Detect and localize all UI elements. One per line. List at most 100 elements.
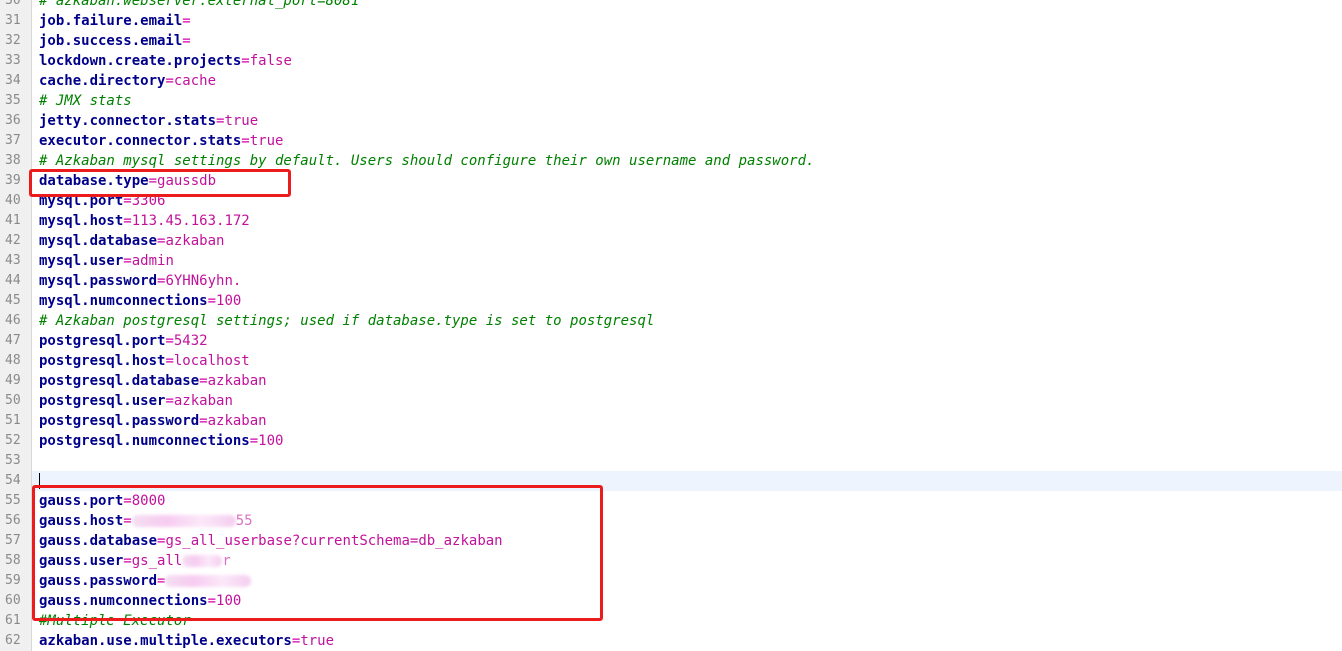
property-key: postgresql.password — [39, 413, 200, 429]
code-line[interactable]: 44 mysql.password=6YHN6yhn. — [0, 271, 1342, 291]
line-number: 53 — [0, 451, 32, 471]
line-number: 55 — [0, 491, 32, 511]
line-number: 49 — [0, 371, 32, 391]
equals-sign: = — [199, 413, 208, 429]
highlight-box-gauss-settings — [32, 485, 603, 621]
line-content: mysql.user=admin — [39, 251, 174, 271]
highlight-box-database-type — [29, 169, 291, 197]
equals-sign: = — [249, 433, 259, 449]
code-line[interactable]: 62 azkaban.use.multiple.executors=true — [0, 631, 1342, 651]
equals-sign: = — [165, 73, 174, 89]
line-content: azkaban.use.multiple.executors=true — [39, 631, 334, 651]
property-value: true — [249, 133, 284, 149]
line-content: mysql.database=azkaban — [39, 231, 224, 251]
line-content: # Azkaban mysql settings by default. Use… — [39, 151, 814, 171]
code-line[interactable]: 41 mysql.host=113.45.163.172 — [0, 211, 1342, 231]
property-value: true — [224, 113, 259, 129]
line-content: lockdown.create.projects=false — [39, 51, 292, 71]
line-number: 59 — [0, 571, 32, 591]
property-key: job.success.email — [39, 33, 183, 49]
code-line[interactable]: 36 jetty.connector.stats=true — [0, 111, 1342, 131]
property-key: postgresql.host — [39, 353, 166, 369]
equals-sign: = — [182, 33, 191, 49]
code-line[interactable]: 53 — [0, 451, 1342, 471]
code-line[interactable]: 35 # JMX stats — [0, 91, 1342, 111]
line-number: 54 — [0, 471, 32, 491]
code-line[interactable]: 33 lockdown.create.projects=false — [0, 51, 1342, 71]
line-number: 40 — [0, 191, 32, 211]
line-number: 52 — [0, 431, 32, 451]
equals-sign: = — [165, 353, 174, 369]
equals-sign: = — [123, 253, 132, 269]
code-line[interactable]: 32 job.success.email= — [0, 31, 1342, 51]
line-content: mysql.password=6YHN6yhn. — [39, 271, 241, 291]
line-number: 36 — [0, 111, 32, 131]
line-number: 48 — [0, 351, 32, 371]
code-line[interactable]: 42 mysql.database=azkaban — [0, 231, 1342, 251]
line-content: # JMX stats — [39, 91, 132, 111]
code-line[interactable]: 45 mysql.numconnections=100 — [0, 291, 1342, 311]
code-line[interactable]: 38 # Azkaban mysql settings by default. U… — [0, 151, 1342, 171]
line-number: 31 — [0, 11, 32, 31]
line-number: 42 — [0, 231, 32, 251]
line-number: 33 — [0, 51, 32, 71]
property-value: true — [300, 633, 335, 649]
code-line[interactable]: 49 postgresql.database=azkaban — [0, 371, 1342, 391]
code-line[interactable]: 51 postgresql.password=azkaban — [0, 411, 1342, 431]
code-line[interactable]: 46 # Azkaban postgresql settings; used if… — [0, 311, 1342, 331]
line-content: mysql.numconnections=100 — [39, 291, 241, 311]
line-content: executor.connector.stats=true — [39, 131, 283, 151]
line-number: 47 — [0, 331, 32, 351]
line-content: mysql.host=113.45.163.172 — [39, 211, 250, 231]
property-key: postgresql.numconnections — [39, 433, 250, 449]
comment-text: # azkaban.webserver.external_port=8081 — [39, 0, 360, 9]
code-line[interactable]: 43 mysql.user=admin — [0, 251, 1342, 271]
code-line[interactable]: 30 # azkaban.webserver.external_port=8081 — [0, 0, 1342, 11]
equals-sign: = — [241, 133, 250, 149]
code-line[interactable]: 50 postgresql.user=azkaban — [0, 391, 1342, 411]
line-number: 46 — [0, 311, 32, 331]
property-key: mysql.host — [39, 213, 124, 229]
line-number: 32 — [0, 31, 32, 51]
line-number: 50 — [0, 391, 32, 411]
line-number: 58 — [0, 551, 32, 571]
equals-sign: = — [123, 213, 132, 229]
property-value: 6YHN6yhn. — [165, 273, 242, 289]
line-content: # Azkaban postgresql settings; used if d… — [39, 311, 654, 331]
line-number: 35 — [0, 91, 32, 111]
comment-text: # Azkaban postgresql settings; used if d… — [39, 313, 655, 329]
code-line[interactable]: 37 executor.connector.stats=true — [0, 131, 1342, 151]
property-value: azkaban — [173, 393, 233, 409]
property-value: azkaban — [165, 233, 225, 249]
property-value: 113.45.163.172 — [131, 213, 250, 229]
property-value: 100 — [258, 433, 284, 449]
line-number: 62 — [0, 631, 32, 651]
code-line[interactable]: 31 job.failure.email= — [0, 11, 1342, 31]
line-number: 34 — [0, 71, 32, 91]
property-value: 100 — [216, 293, 242, 309]
line-number: 61 — [0, 611, 32, 631]
equals-sign: = — [165, 393, 174, 409]
equals-sign: = — [207, 293, 217, 309]
property-key: mysql.numconnections — [39, 293, 208, 309]
comment-text: # JMX stats — [39, 93, 132, 109]
line-number: 60 — [0, 591, 32, 611]
code-line[interactable]: 47 postgresql.port=5432 — [0, 331, 1342, 351]
property-value: false — [249, 53, 292, 69]
line-number: 44 — [0, 271, 32, 291]
equals-sign: = — [182, 13, 191, 29]
equals-sign: = — [241, 53, 250, 69]
property-key: job.failure.email — [39, 13, 183, 29]
property-value: 5432 — [173, 333, 208, 349]
line-content: jetty.connector.stats=true — [39, 111, 258, 131]
property-key: postgresql.port — [39, 333, 166, 349]
property-key: mysql.database — [39, 233, 158, 249]
code-line[interactable]: 34 cache.directory=cache — [0, 71, 1342, 91]
code-line[interactable]: 48 postgresql.host=localhost — [0, 351, 1342, 371]
line-content: postgresql.database=azkaban — [39, 371, 267, 391]
property-key: azkaban.use.multiple.executors — [39, 633, 292, 649]
code-line[interactable]: 52 postgresql.numconnections=100 — [0, 431, 1342, 451]
line-content: postgresql.password=azkaban — [39, 411, 267, 431]
line-content: job.success.email= — [39, 31, 191, 51]
property-value: admin — [131, 253, 174, 269]
